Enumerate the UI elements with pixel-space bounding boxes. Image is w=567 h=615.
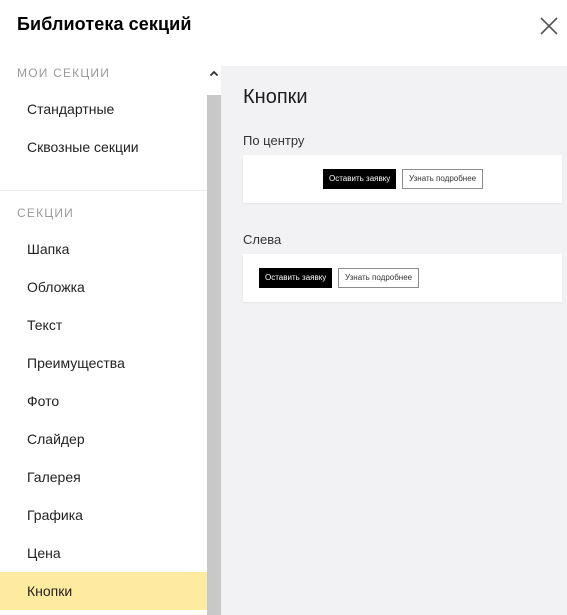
modal-header: Библиотека секций (0, 0, 567, 66)
modal-title: Библиотека секций (17, 14, 192, 34)
sidebar-item-cover[interactable]: Обложка (0, 268, 207, 306)
sidebar-divider (0, 190, 207, 191)
my-sections-heading: Мои секции (17, 66, 111, 80)
preview-secondary-button: Узнать подробнее (338, 268, 420, 288)
scroll-up-arrow-icon[interactable] (207, 66, 221, 82)
sidebar-item-header[interactable]: Шапка (0, 230, 207, 268)
page-title: Кнопки (243, 86, 308, 108)
sidebar-item-global-sections[interactable]: Сквозные секции (0, 128, 207, 166)
section-preview-panel: Кнопки По центру Оставить заявку Узнать … (221, 66, 567, 615)
sidebar-scrollbar[interactable] (207, 66, 221, 615)
sidebar-item-slider[interactable]: Слайдер (0, 420, 207, 458)
preview-primary-button: Оставить заявку (323, 169, 397, 189)
variant-card-center[interactable]: Оставить заявку Узнать подробнее (243, 155, 562, 203)
variant-label-left: Слева (243, 232, 282, 247)
sidebar-item-text[interactable]: Текст (0, 306, 207, 344)
preview-primary-button: Оставить заявку (259, 268, 333, 288)
sidebar-item-graphics[interactable]: Графика (0, 496, 207, 534)
sections-heading: Секции (17, 206, 74, 220)
sidebar-item-price[interactable]: Цена (0, 534, 207, 572)
sidebar-item-gallery[interactable]: Галерея (0, 458, 207, 496)
close-icon[interactable] (537, 14, 561, 38)
scrollbar-thumb[interactable] (207, 95, 221, 615)
sidebar-item-advantages[interactable]: Преимущества (0, 344, 207, 382)
sidebar-item-buttons[interactable]: Кнопки (0, 572, 207, 610)
preview-secondary-button: Узнать подробнее (402, 169, 484, 189)
sections-sidebar: Мои секции Стандартные Сквозные секции С… (0, 66, 207, 615)
sidebar-item-photo[interactable]: Фото (0, 382, 207, 420)
variant-label-center: По центру (243, 133, 305, 148)
variant-card-left[interactable]: Оставить заявку Узнать подробнее (243, 254, 562, 302)
sidebar-item-standard[interactable]: Стандартные (0, 90, 207, 128)
